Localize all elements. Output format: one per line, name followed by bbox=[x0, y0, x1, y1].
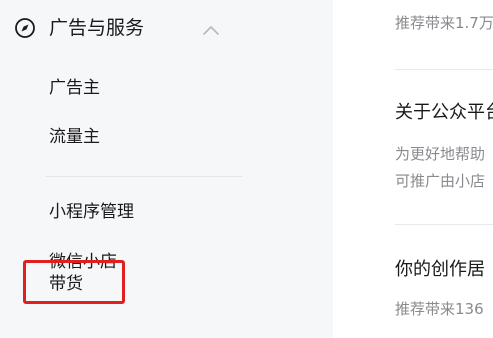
sidebar: 广告与服务 广告主 流量主 小程序管理 微信小店 带货 bbox=[0, 0, 333, 338]
article-title[interactable]: 你的创作居 bbox=[395, 256, 485, 284]
article-meta: 推荐带来1.7万 bbox=[395, 14, 493, 32]
sidebar-item-miniprogram-management[interactable]: 小程序管理 bbox=[49, 199, 134, 225]
compass-icon bbox=[14, 17, 36, 39]
sidebar-item-publisher[interactable]: 流量主 bbox=[49, 124, 100, 150]
chevron-up-icon[interactable] bbox=[202, 21, 220, 35]
section-header-ads-services[interactable]: 广告与服务 bbox=[0, 0, 333, 58]
content-pane: 推荐带来1.7万 关于公众平台 为更好地帮助 可推广由小店 你的创作居 推荐带来… bbox=[333, 0, 493, 338]
article-title[interactable]: 关于公众平台 bbox=[395, 99, 493, 127]
row-divider bbox=[395, 69, 493, 70]
section-title: 广告与服务 bbox=[49, 17, 145, 39]
sidebar-item-advertiser[interactable]: 广告主 bbox=[49, 75, 100, 101]
row-divider bbox=[395, 224, 493, 225]
sidebar-divider bbox=[46, 176, 242, 177]
article-desc-line: 可推广由小店 bbox=[395, 172, 486, 190]
article-meta: 推荐带来136 bbox=[395, 300, 484, 318]
article-desc-line: 为更好地帮助 bbox=[395, 145, 486, 163]
highlight-box bbox=[23, 260, 125, 304]
